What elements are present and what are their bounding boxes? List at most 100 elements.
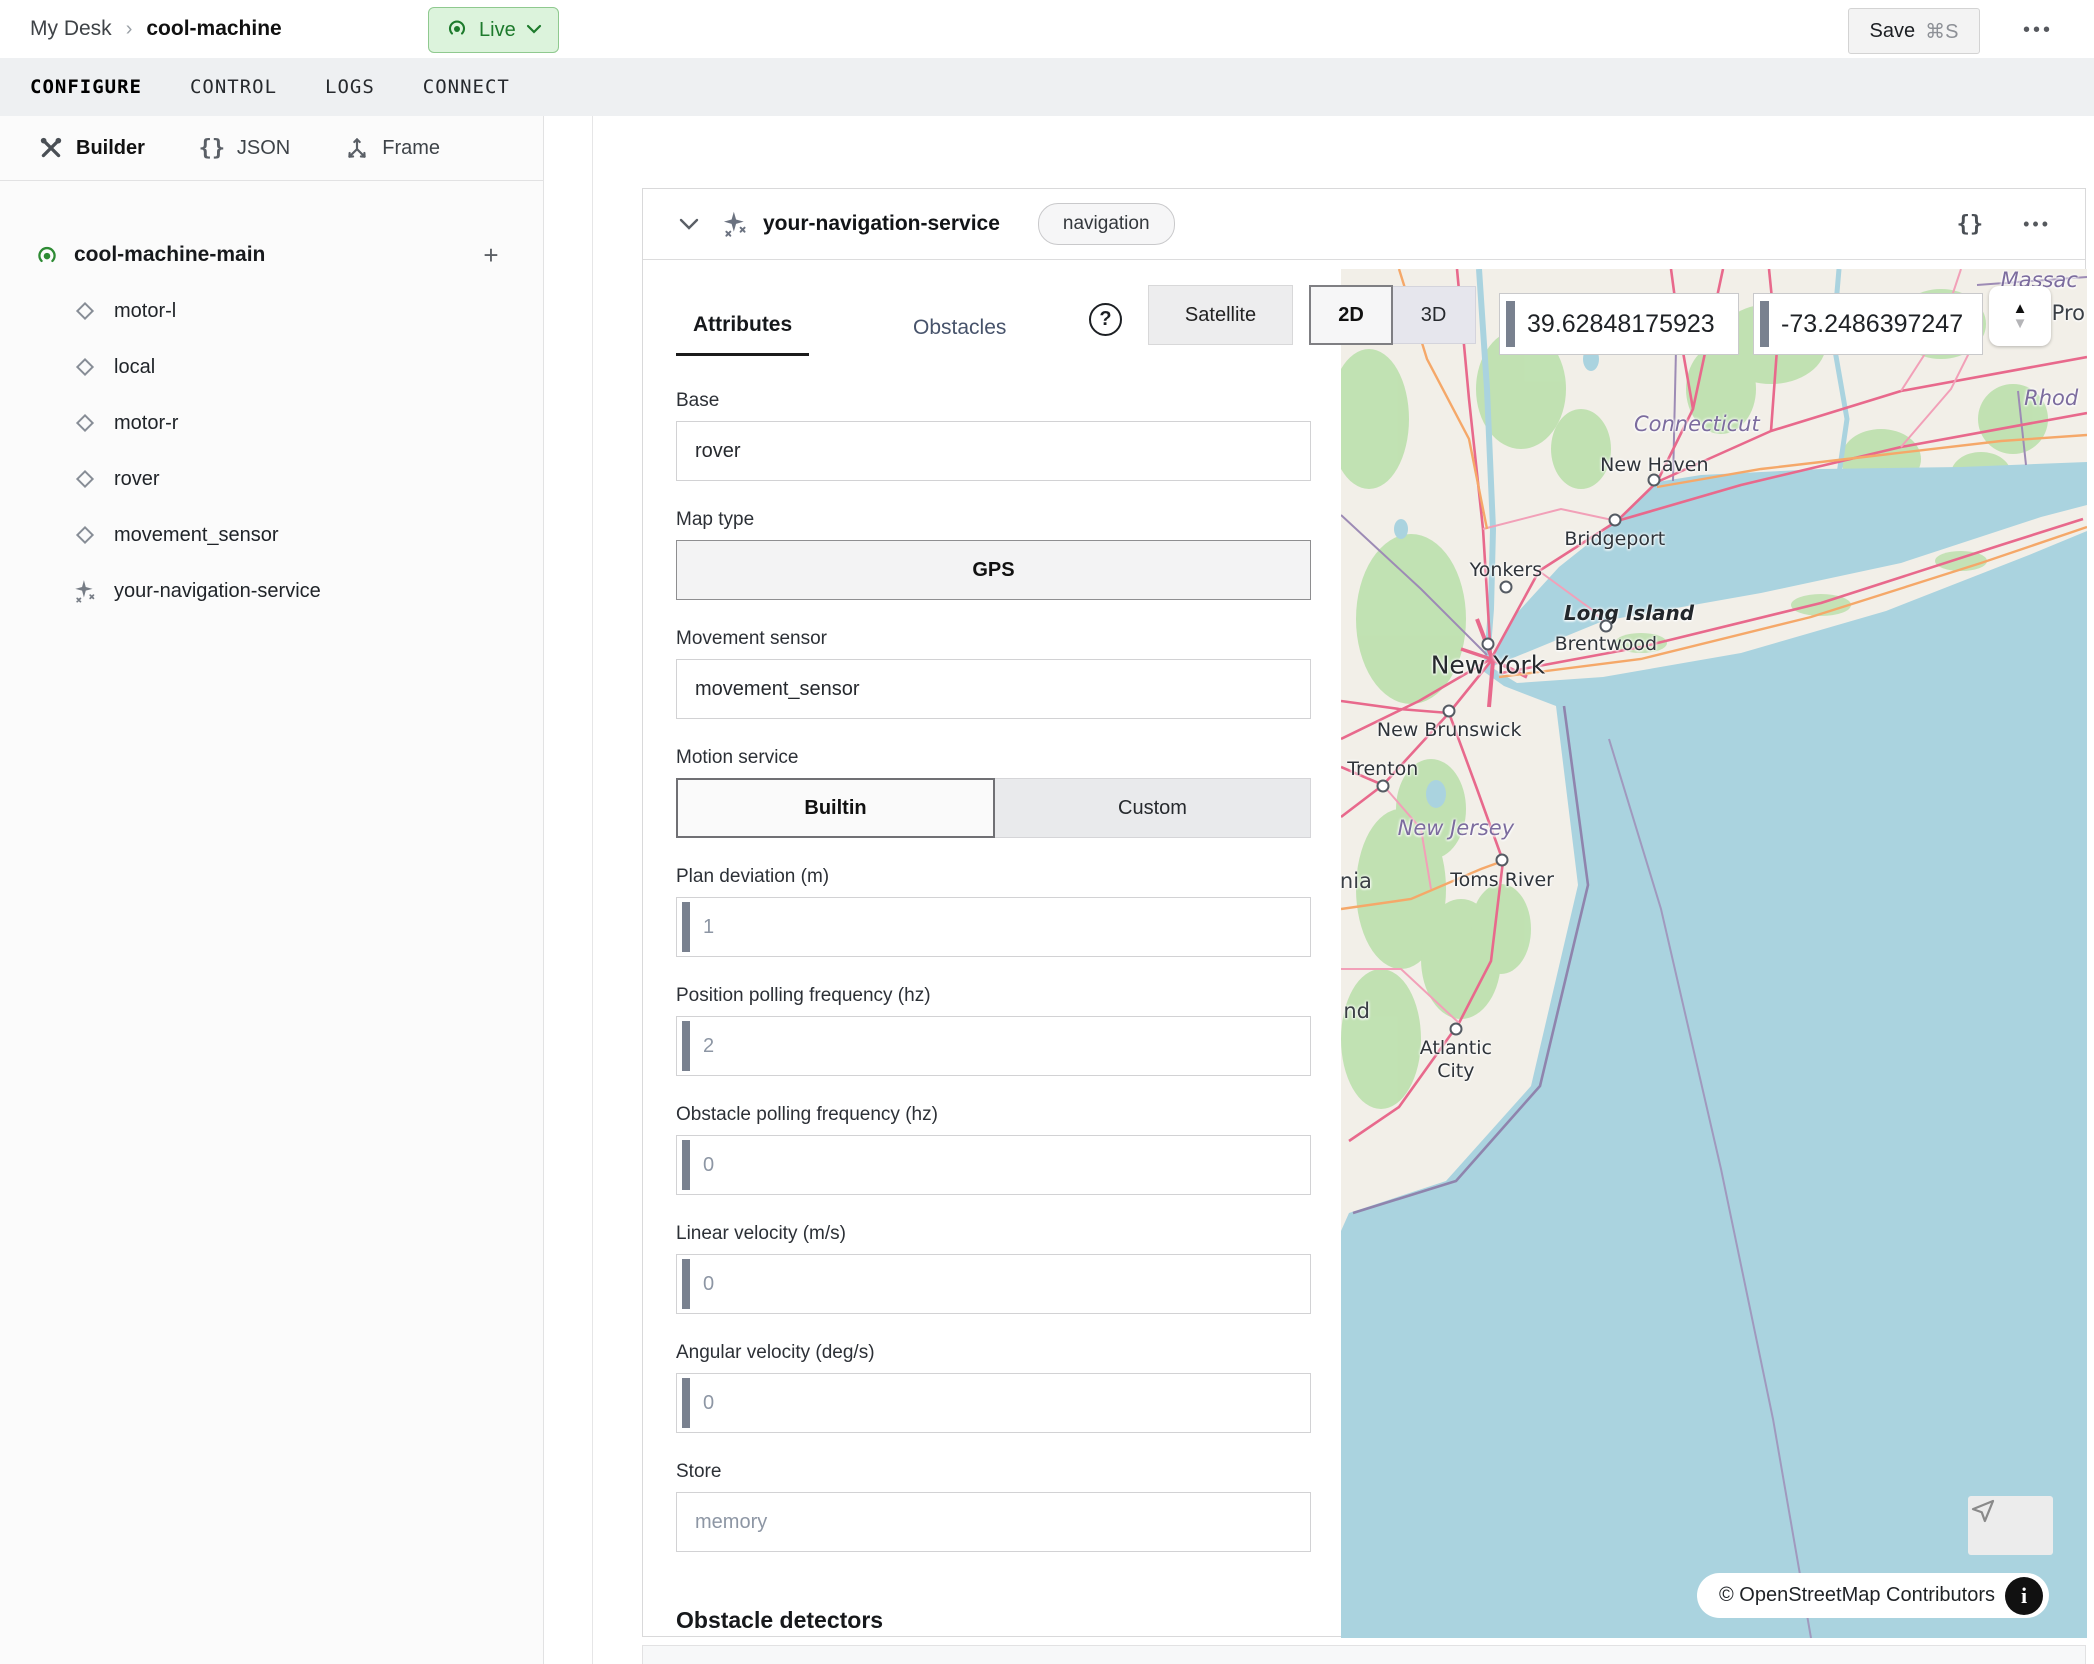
field-value: 2: [703, 1035, 714, 1058]
field-value: 1: [703, 916, 714, 939]
number-drag-handle: [682, 1140, 690, 1190]
component-diamond-icon: [72, 466, 98, 492]
field-input-store[interactable]: memory: [676, 1492, 1311, 1552]
latitude-input[interactable]: 39.62848175923: [1499, 293, 1739, 355]
number-drag-handle: [682, 1021, 690, 1071]
raw-json-icon[interactable]: {}: [1957, 212, 1984, 237]
broadcast-icon: [445, 16, 469, 45]
live-status-dropdown[interactable]: Live: [428, 7, 559, 53]
field-label: Movement sensor: [676, 627, 1311, 651]
braces-icon: {}: [199, 135, 225, 161]
field-button-gps[interactable]: GPS: [676, 540, 1311, 600]
breadcrumb-current: cool-machine: [146, 17, 281, 41]
field-placeholder: memory: [695, 1511, 767, 1534]
tools-icon: [38, 135, 64, 161]
help-icon[interactable]: ?: [1089, 303, 1122, 336]
sidebar: Builder{}JSONFrame cool-machine-main+mot…: [0, 116, 544, 1664]
tree-item-label: rover: [114, 468, 160, 491]
tree-item-rover[interactable]: rover: [0, 451, 543, 507]
field-input-angular-velocity-deg-s[interactable]: 0: [676, 1373, 1311, 1433]
header-more-menu-icon[interactable]: •••: [2010, 8, 2066, 52]
field-angular-velocity-deg-s: Angular velocity (deg/s)0: [676, 1341, 1311, 1433]
field-value: 0: [703, 1392, 714, 1415]
longitude-input-handle: [1760, 301, 1769, 347]
add-component-button[interactable]: +: [475, 239, 507, 271]
field-label: Store: [676, 1460, 1311, 1484]
field-base: Baserover: [676, 389, 1311, 481]
card-header: your-navigation-service navigation {} ••…: [643, 189, 2085, 260]
view-toggle-label: Builder: [76, 137, 145, 160]
field-label: Motion service: [676, 746, 1311, 770]
recenter-map-button[interactable]: [1968, 1496, 2053, 1555]
field-plan-deviation-m: Plan deviation (m) 1: [676, 865, 1311, 957]
field-value: 0: [703, 1154, 714, 1177]
navigation-map[interactable]: MassacProRhodConnecticutNew HavenBridgep…: [1341, 269, 2087, 1638]
field-input-linear-velocity-m-s[interactable]: 0: [676, 1254, 1311, 1314]
field-input-movement-sensor[interactable]: movement_sensor: [676, 659, 1311, 719]
view-toggle-builder[interactable]: Builder: [38, 135, 145, 161]
attribution-text: © OpenStreetMap Contributors: [1719, 1584, 1995, 1607]
navigation-sparkle-icon: [72, 578, 98, 604]
segment-builtin[interactable]: Builtin: [676, 778, 995, 838]
field-linear-velocity-m-s: Linear velocity (m/s)0: [676, 1222, 1311, 1314]
tree-item-your-navigation-service[interactable]: your-navigation-service: [0, 563, 543, 619]
zoom-out-icon[interactable]: ▼: [2013, 316, 2028, 331]
field-input-plan-deviation-m[interactable]: 1: [676, 897, 1311, 957]
tab-control[interactable]: CONTROL: [190, 76, 277, 98]
field-position-polling-frequency-hz: Position polling frequency (hz) 2: [676, 984, 1311, 1076]
main-tabbar: CONFIGURE CONTROL LOGS CONNECT: [0, 58, 2094, 116]
tab-logs[interactable]: LOGS: [325, 76, 375, 98]
map-canvas: [1341, 269, 2087, 1638]
number-drag-handle: [682, 902, 690, 952]
card-tab-obstacles[interactable]: Obstacles: [896, 316, 1023, 356]
segment-custom[interactable]: Custom: [995, 778, 1311, 838]
zoom-stepper[interactable]: ▲ ▼: [1989, 286, 2051, 346]
field-input-base[interactable]: rover: [676, 421, 1311, 481]
satellite-toggle-button[interactable]: Satellite: [1148, 285, 1293, 345]
zoom-in-icon[interactable]: ▲: [2013, 301, 2028, 316]
info-icon[interactable]: i: [2005, 1577, 2043, 1615]
latitude-input-handle: [1506, 301, 1515, 347]
tree-item-movement-sensor[interactable]: movement_sensor: [0, 507, 543, 563]
card-more-menu-icon[interactable]: •••: [2023, 214, 2051, 235]
save-button[interactable]: Save ⌘S: [1848, 8, 1980, 54]
field-label: Obstacle polling frequency (hz): [676, 1103, 1311, 1127]
tree-item-motor-r[interactable]: motor-r: [0, 395, 543, 451]
view-toggle-label: JSON: [237, 137, 290, 160]
field-movement-sensor: Movement sensor movement_sensor: [676, 627, 1311, 719]
tree-item-local[interactable]: local: [0, 339, 543, 395]
field-label: Position polling frequency (hz): [676, 984, 1311, 1008]
map-2d-button[interactable]: 2D: [1309, 285, 1393, 345]
view-toggle-label: Frame: [382, 137, 440, 160]
tab-configure[interactable]: CONFIGURE: [30, 76, 142, 98]
segmented-motion-service: BuiltinCustom: [676, 778, 1311, 838]
field-input-position-polling-frequency-hz[interactable]: 2: [676, 1016, 1311, 1076]
sidebar-collapse-rail[interactable]: [544, 116, 593, 1664]
tree-item-motor-l[interactable]: motor-l: [0, 283, 543, 339]
field-input-obstacle-polling-frequency-hz[interactable]: 0: [676, 1135, 1311, 1195]
next-section-card: [642, 1645, 2086, 1664]
view-toggle-json[interactable]: {} JSON: [199, 135, 290, 161]
sidebar-view-toolbar: Builder {} JSON Frame: [0, 116, 543, 181]
longitude-input[interactable]: -73.2486397247: [1753, 293, 1983, 355]
live-status-label: Live: [479, 19, 516, 42]
machine-online-icon: [34, 242, 60, 268]
map-attribution: © OpenStreetMap Contributors i: [1697, 1573, 2049, 1618]
component-diamond-icon: [72, 298, 98, 324]
field-value: movement_sensor: [695, 678, 860, 701]
field-label: Map type: [676, 508, 1311, 532]
tree-item-label: local: [114, 356, 155, 379]
card-title: your-navigation-service: [763, 212, 1000, 236]
collapse-chevron-icon[interactable]: [679, 218, 699, 230]
breadcrumb-root-link[interactable]: My Desk: [30, 17, 112, 41]
field-label: Plan deviation (m): [676, 865, 1311, 889]
card-tab-attributes[interactable]: Attributes: [676, 313, 809, 356]
tree-root-cool-machine-main[interactable]: cool-machine-main+: [0, 227, 543, 283]
machine-part-tree: cool-machine-main+motor-l local motor-r rov…: [0, 181, 543, 619]
save-button-label: Save: [1870, 20, 1916, 43]
view-toggle-frame[interactable]: Frame: [344, 135, 440, 161]
send-arrow-icon: [1968, 1496, 1998, 1526]
tab-connect[interactable]: CONNECT: [423, 76, 510, 98]
map-3d-button[interactable]: 3D: [1391, 286, 1476, 344]
number-drag-handle: [682, 1259, 690, 1309]
